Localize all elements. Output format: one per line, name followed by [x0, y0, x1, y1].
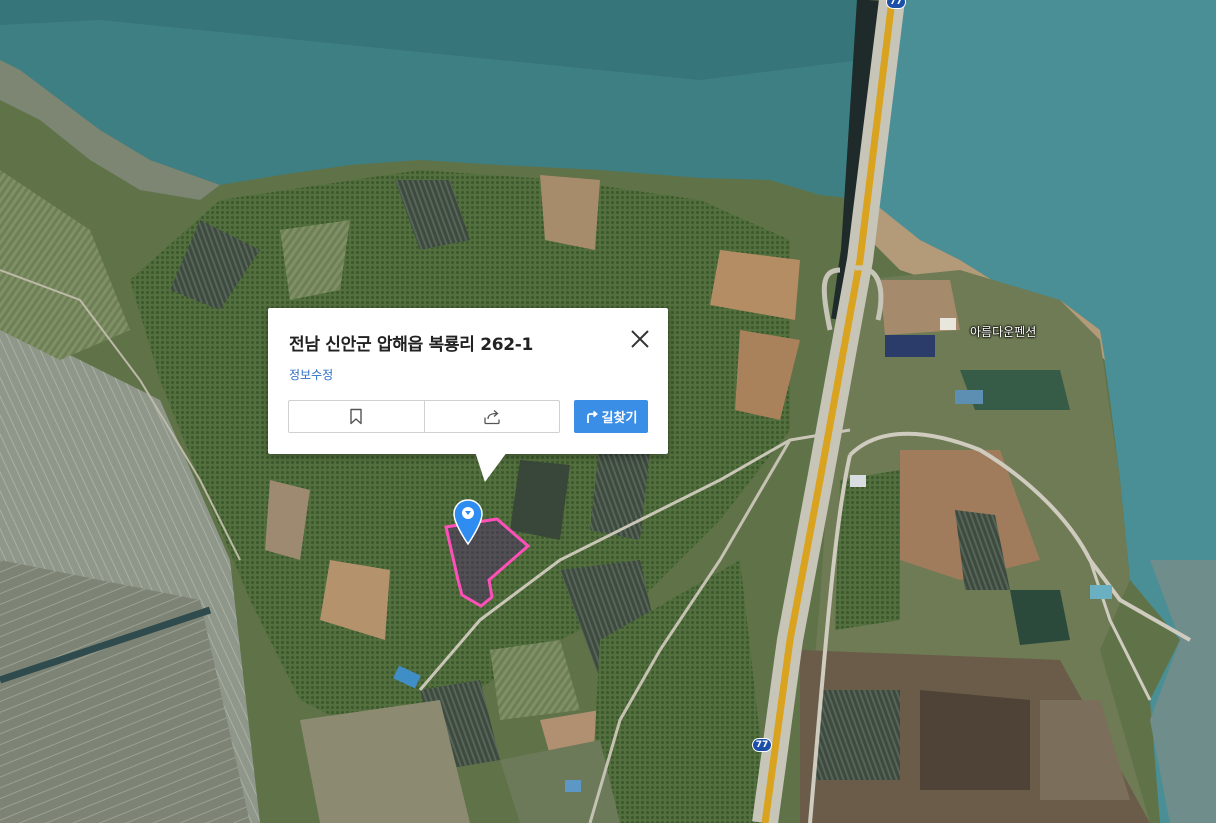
highway-shield-bottom: 77 [752, 738, 772, 752]
edit-info-link[interactable]: 정보수정 [289, 366, 333, 383]
field-brown-1 [540, 175, 600, 250]
field-striped-2 [280, 220, 350, 300]
directions-button[interactable]: 길찾기 [574, 400, 648, 433]
bookmark-button[interactable] [289, 401, 424, 432]
field-rows-br-2 [920, 690, 1030, 790]
highway-shield-top: 77 [886, 0, 906, 9]
building-6 [850, 475, 866, 487]
pond-right [1010, 590, 1070, 645]
bookmark-icon [350, 408, 362, 425]
map-pin-icon [453, 499, 483, 546]
location-marker[interactable] [452, 498, 484, 546]
popup-pointer [470, 452, 508, 482]
building-7 [565, 780, 581, 792]
place-label-pension[interactable]: 아름다운펜션 [970, 323, 1036, 340]
field-rows-br-1 [815, 690, 900, 780]
share-button[interactable] [423, 401, 560, 432]
building-2 [955, 390, 983, 404]
building-3 [1090, 585, 1112, 599]
field-bottom-center [300, 700, 470, 823]
field-dark-3 [510, 460, 570, 540]
building-5 [940, 318, 956, 330]
popup-action-group [288, 400, 560, 433]
share-icon [484, 409, 500, 424]
close-icon [631, 330, 649, 348]
directions-icon [586, 410, 598, 423]
directions-button-label: 길찾기 [601, 411, 638, 426]
popup-close-button[interactable] [629, 328, 651, 350]
place-info-popup: 전남 신안군 압해읍 복룡리 262-1 정보수정 길찾기 [268, 308, 668, 482]
field-dark-2 [590, 440, 650, 540]
building-1 [885, 335, 935, 357]
popup-address-title: 전남 신안군 압해읍 복룡리 262-1 [289, 335, 534, 355]
